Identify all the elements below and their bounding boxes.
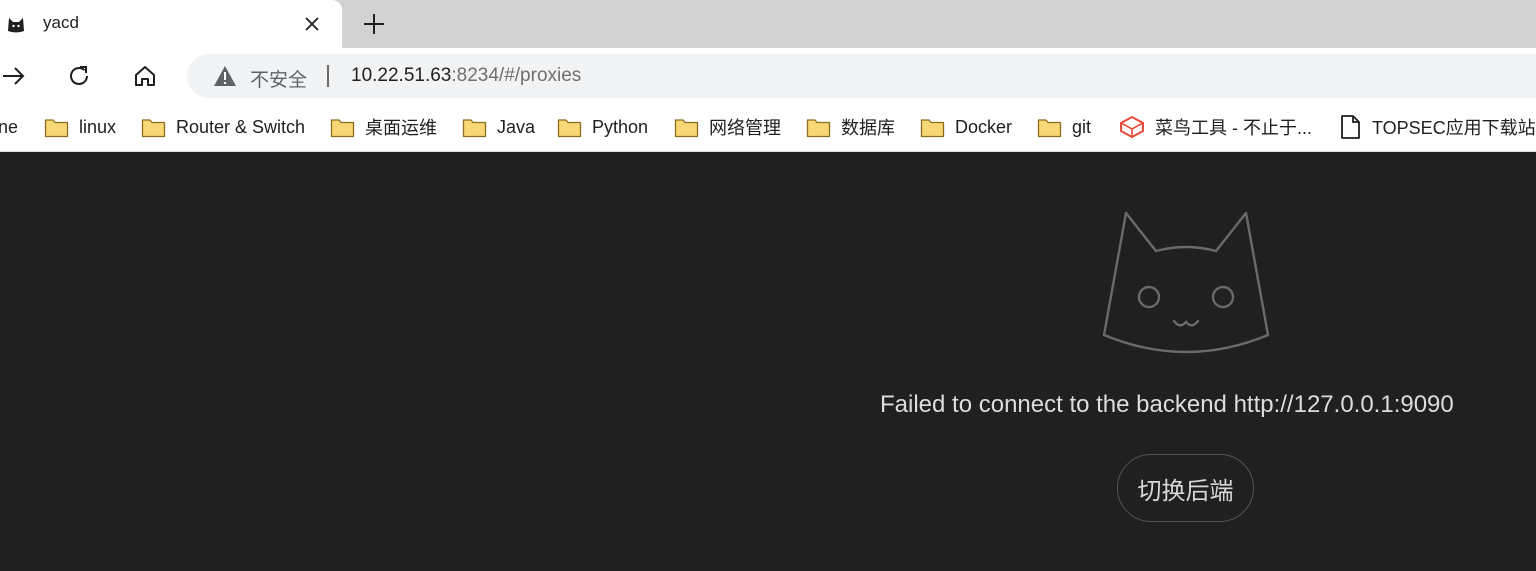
folder-icon xyxy=(141,118,166,137)
switch-backend-button[interactable]: 切换后端 xyxy=(1117,454,1254,522)
bookmark-label: 菜鸟工具 - 不止于... xyxy=(1155,118,1312,138)
bookmark-label: Router & Switch xyxy=(176,116,306,137)
bookmark-folder-linux[interactable]: linux xyxy=(44,104,116,150)
url-host: 10.22.51.63 xyxy=(351,65,452,86)
tab-strip: yacd xyxy=(0,0,1536,48)
folder-icon xyxy=(330,118,355,137)
warning-icon[interactable] xyxy=(213,65,237,87)
runoob-icon xyxy=(1120,115,1144,139)
bookmark-label: 数据库 xyxy=(841,118,895,138)
forward-button[interactable] xyxy=(0,60,30,92)
bookmark-folder-database[interactable]: 数据库 xyxy=(806,104,895,150)
bookmark-label: 网络管理 xyxy=(709,118,781,138)
tab-title: yacd xyxy=(43,13,79,32)
folder-icon xyxy=(920,118,945,137)
yacd-page: Failed to connect to the backend http://… xyxy=(0,153,1536,571)
folder-icon xyxy=(462,118,487,137)
home-button[interactable] xyxy=(129,60,161,92)
bookmark-folder-python[interactable]: Python xyxy=(557,104,648,150)
plus-icon xyxy=(364,14,384,34)
bookmark-folder-git[interactable]: git xyxy=(1037,104,1091,150)
bookmark-label: 桌面运维 xyxy=(365,118,437,138)
folder-icon xyxy=(674,118,699,137)
tab-yacd[interactable]: yacd xyxy=(0,0,342,48)
bookmark-folder-desktop-ops[interactable]: 桌面运维 xyxy=(330,104,437,150)
arrow-right-icon xyxy=(3,67,25,85)
bookmark-label: Docker xyxy=(955,116,1013,137)
folder-icon xyxy=(1037,118,1062,137)
bookmark-folder-docker[interactable]: Docker xyxy=(920,104,1012,150)
new-tab-button[interactable] xyxy=(358,8,390,40)
folder-icon xyxy=(806,118,831,137)
bookmark-label: TOPSEC应用下载站点 xyxy=(1372,118,1536,138)
bookmark-topsec[interactable]: TOPSEC应用下载站点 xyxy=(1338,104,1536,150)
bookmark-folder-network[interactable]: 网络管理 xyxy=(674,104,781,150)
bookmark-label: Java xyxy=(497,116,536,137)
home-icon xyxy=(135,66,155,86)
bookmark-label: Python xyxy=(592,116,649,137)
tab-close-button[interactable] xyxy=(300,12,324,36)
security-label[interactable]: 不安全 xyxy=(250,65,307,92)
bookmark-runoob-tools[interactable]: 菜鸟工具 - 不止于... xyxy=(1119,104,1312,150)
page-icon xyxy=(1341,115,1360,139)
bookmark-folder-java[interactable]: Java xyxy=(462,104,535,150)
address-divider xyxy=(327,65,329,87)
bookmark-label: git xyxy=(1072,116,1092,137)
address-bar[interactable]: 不安全 10.22.51.63:8234/#/proxies xyxy=(187,54,1536,98)
bookmark-label: ne xyxy=(0,116,19,137)
cat-favicon-icon xyxy=(8,18,24,33)
folder-icon xyxy=(557,118,582,137)
bookmark-item[interactable]: ne xyxy=(0,104,18,150)
folder-icon xyxy=(44,118,69,137)
url-path: :8234/#/proxies xyxy=(451,65,582,86)
bookmark-folder-router-switch[interactable]: Router & Switch xyxy=(141,104,305,150)
url-text[interactable]: 10.22.51.63:8234/#/proxies xyxy=(351,65,581,87)
connection-error-message: Failed to connect to the backend http://… xyxy=(880,391,1454,418)
bookmark-label: linux xyxy=(79,116,117,137)
close-icon xyxy=(305,17,319,31)
cat-logo-icon xyxy=(1102,211,1270,354)
reload-icon xyxy=(70,66,88,85)
bookmarks-bar: ne linux Router & Switch 桌面运维 Java Pytho… xyxy=(0,104,1536,152)
browser-toolbar: 不安全 10.22.51.63:8234/#/proxies xyxy=(0,48,1536,104)
reload-button[interactable] xyxy=(63,60,95,92)
